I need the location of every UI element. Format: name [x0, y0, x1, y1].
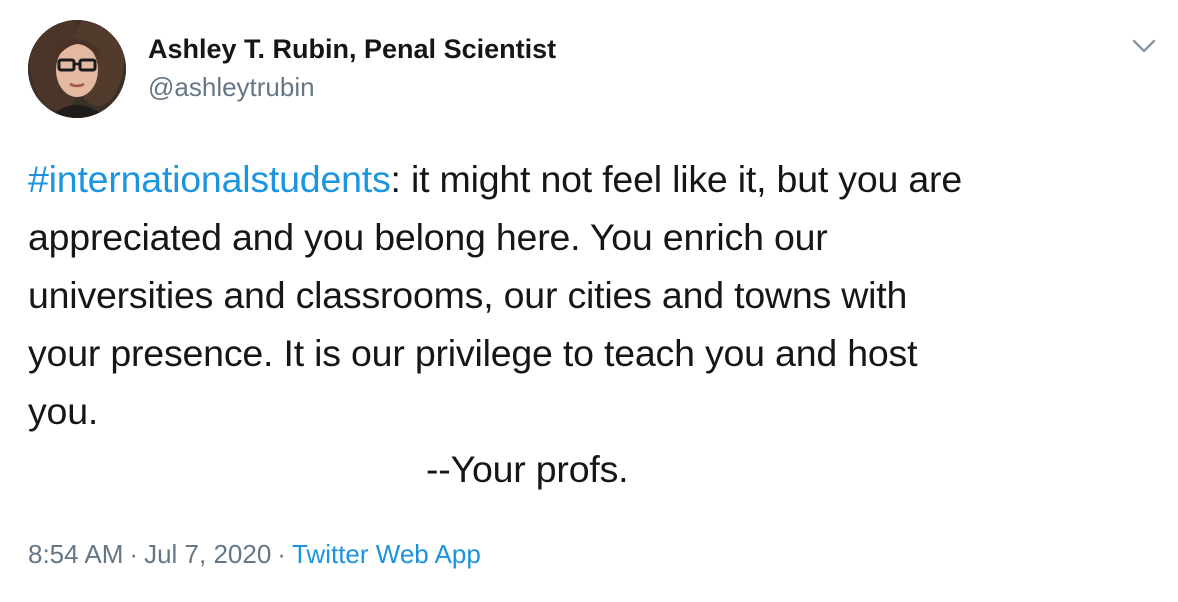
tweet-date[interactable]: Jul 7, 2020	[144, 539, 271, 569]
avatar-image	[28, 20, 126, 118]
tweet-line-1: #internationalstudents: it might not fee…	[28, 150, 1168, 208]
author-names: Ashley T. Rubin, Penal Scientist @ashley…	[148, 32, 556, 104]
author-handle[interactable]: @ashleytrubin	[148, 70, 556, 104]
meta-separator: ·	[277, 539, 286, 569]
tweet-text: #internationalstudents: it might not fee…	[28, 150, 1168, 498]
tweet-time[interactable]: 8:54 AM	[28, 539, 123, 569]
author-display-name[interactable]: Ashley T. Rubin, Penal Scientist	[148, 32, 556, 66]
tweet-header: Ashley T. Rubin, Penal Scientist @ashley…	[28, 20, 1158, 120]
meta-separator: ·	[129, 539, 139, 569]
chevron-down-icon[interactable]	[1130, 34, 1158, 58]
avatar[interactable]	[28, 20, 126, 118]
tweet-line-5: you.	[28, 390, 99, 432]
tweet-card: Ashley T. Rubin, Penal Scientist @ashley…	[0, 0, 1178, 602]
tweet-meta: 8:54 AM · Jul 7, 2020 · Twitter Web App	[28, 536, 481, 572]
tweet-line-2: appreciated and you belong here. You enr…	[28, 216, 828, 258]
tweet-line-1-text: : it might not feel like it, but you are	[390, 158, 963, 200]
tweet-source-link[interactable]: Twitter Web App	[292, 539, 481, 569]
tweet-line-3: universities and classrooms, our cities …	[28, 274, 908, 316]
tweet-signoff: --Your profs.	[426, 448, 629, 490]
tweet-line-4: your presence. It is our privilege to te…	[28, 332, 918, 374]
hashtag-link[interactable]: #internationalstudents	[28, 158, 391, 200]
